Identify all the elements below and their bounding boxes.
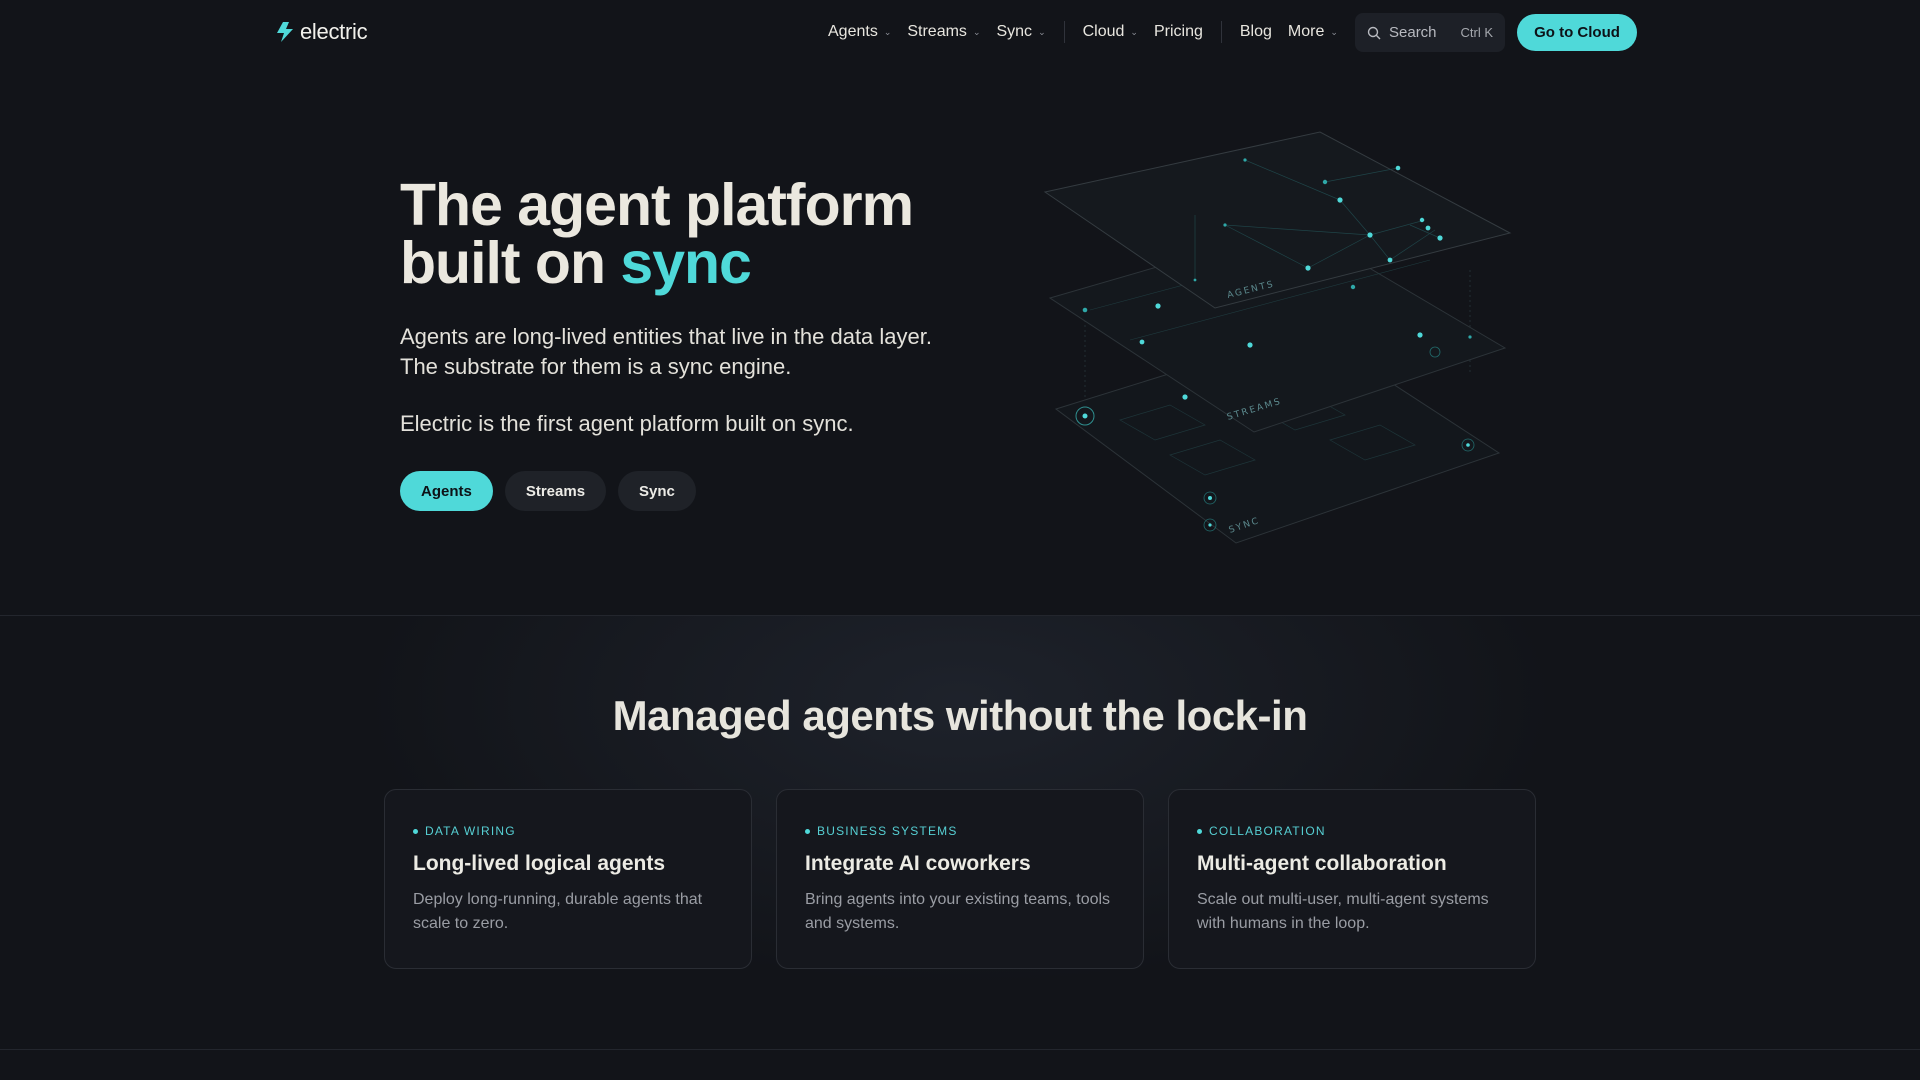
hero-subtitle: Agents are long-lived entities that live…: [400, 322, 1020, 382]
hero-title-accent: sync: [620, 230, 751, 296]
card-description: Deploy long-running, durable agents that…: [413, 891, 703, 932]
section-divider-bottom: [0, 1049, 1920, 1050]
nav-item-sync[interactable]: Sync ⌄: [988, 23, 1053, 41]
tag-dot-icon: [413, 828, 418, 834]
chevron-down-icon: ⌄: [1330, 26, 1338, 37]
nav-item-cloud[interactable]: Cloud ⌄: [1075, 23, 1146, 41]
hero-title-line2: built on: [400, 230, 621, 296]
search-button[interactable]: Search Ctrl K: [1355, 13, 1505, 52]
search-label: Search: [1389, 24, 1437, 41]
hero-title-line1: The agent platform: [400, 172, 914, 238]
top-nav: electric Agents ⌄ Streams ⌄ Sync ⌄ Cloud…: [0, 0, 1920, 64]
feature-card-business-systems[interactable]: BUSINESS SYSTEMS Integrate AI coworkers …: [776, 789, 1144, 969]
layers-illustration: SYNC STREAMS AGENTS: [1043, 131, 1512, 544]
pill-streams[interactable]: Streams: [504, 471, 607, 511]
hero-subtitle-line2: The substrate for them is a sync engine.: [400, 354, 792, 379]
nav-item-more[interactable]: More ⌄: [1280, 23, 1346, 41]
go-to-cloud-button[interactable]: Go to Cloud: [1517, 14, 1637, 51]
feature-card-collaboration[interactable]: COLLABORATION Multi-agent collaboration …: [1168, 789, 1536, 969]
tag-dot-icon: [1197, 828, 1202, 834]
card-tag-label: DATA WIRING: [425, 824, 516, 838]
nav-item-blog[interactable]: Blog: [1232, 23, 1280, 41]
search-shortcut: Ctrl K: [1460, 25, 1494, 40]
card-tag-label: COLLABORATION: [1209, 824, 1326, 838]
electric-bolt-icon: [277, 22, 293, 42]
nav-item-label: Streams: [907, 23, 967, 40]
section-title: Managed agents without the lock-in: [612, 692, 1308, 739]
pill-sync[interactable]: Sync: [618, 471, 696, 511]
chevron-down-icon: ⌄: [883, 26, 892, 37]
card-title: Multi-agent collaboration: [1197, 852, 1447, 875]
search-icon: [1367, 26, 1381, 39]
card-tag-label: BUSINESS SYSTEMS: [817, 824, 958, 838]
nav-item-streams[interactable]: Streams ⌄: [899, 23, 988, 41]
card-tag: BUSINESS SYSTEMS: [805, 824, 1115, 838]
hero-pill-tabs: Agents Streams Sync: [400, 471, 696, 511]
pill-agents[interactable]: Agents: [400, 471, 493, 511]
feature-cards: DATA WIRING Long-lived logical agents De…: [384, 789, 1536, 969]
card-description: Bring agents into your existing teams, t…: [805, 891, 1111, 932]
nav-item-label: More: [1287, 23, 1325, 40]
hero-tagline: Electric is the first agent platform bui…: [400, 411, 854, 436]
chevron-down-icon: ⌄: [1130, 26, 1138, 37]
hero-subtitle-line1: Agents are long-lived entities that live…: [400, 324, 932, 349]
nav-item-label: Agents: [828, 23, 878, 40]
nav-divider: [1220, 21, 1222, 43]
nav-links: Agents ⌄ Streams ⌄ Sync ⌄ Cloud ⌄ Pricin…: [820, 14, 1346, 50]
chevron-down-icon: ⌄: [972, 26, 981, 37]
card-title: Long-lived logical agents: [413, 852, 666, 875]
chevron-down-icon: ⌄: [1038, 26, 1046, 37]
nav-item-agents[interactable]: Agents ⌄: [820, 23, 899, 41]
tag-dot-icon: [805, 828, 810, 834]
card-description: Scale out multi-user, multi-agent system…: [1197, 891, 1489, 932]
nav-item-pricing[interactable]: Pricing: [1146, 23, 1211, 41]
feature-card-data-wiring[interactable]: DATA WIRING Long-lived logical agents De…: [384, 789, 752, 969]
hero-title: The agent platform built on sync: [400, 176, 1000, 293]
nav-item-label: Cloud: [1082, 23, 1125, 40]
logo-text: electric: [300, 19, 368, 44]
nav-divider: [1063, 21, 1065, 43]
card-title: Integrate AI coworkers: [805, 852, 1031, 875]
card-tag: DATA WIRING: [413, 824, 723, 838]
nav-item-label: Blog: [1239, 23, 1272, 40]
nav-item-label: Pricing: [1153, 23, 1203, 40]
nav-item-label: Sync: [996, 23, 1033, 40]
card-tag: COLLABORATION: [1197, 824, 1507, 838]
electric-logo[interactable]: electric: [276, 18, 368, 46]
